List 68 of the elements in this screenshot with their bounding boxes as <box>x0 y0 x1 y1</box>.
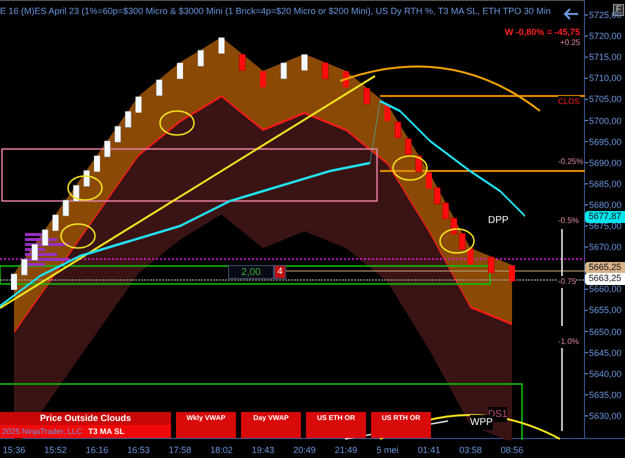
tick-mark <box>585 120 588 121</box>
price-tick-label: 5650,00 <box>589 326 622 336</box>
time-tick-label: 20:49 <box>293 444 316 457</box>
time-tick-label: 03:58 <box>459 444 482 457</box>
tick-mark <box>585 352 588 354</box>
tick-mark <box>585 310 588 311</box>
price-tick-label: 5645,00 <box>589 348 622 358</box>
price-tick-label: 5710,00 <box>589 73 622 84</box>
tick-mark <box>585 98 588 100</box>
time-tick-label: 08:56 <box>500 444 524 457</box>
highlight-ellipse <box>392 155 428 181</box>
price-tick-label: 5695,00 <box>589 136 622 147</box>
tick-mark <box>585 394 588 396</box>
copyright-text: 2025 NinjaTrader, LLC <box>2 426 82 438</box>
price-tick-label: 5670,00 <box>589 242 622 252</box>
tick-mark <box>585 78 588 79</box>
back-arrow-icon[interactable] <box>563 7 579 21</box>
price-tick-label: 5680,00 <box>589 200 622 210</box>
tick-mark <box>585 183 588 184</box>
price-tag: 5677,87 <box>585 211 625 223</box>
chart-title: E 16 (M)ES April 23 (1%=60p=$300 Micro & $3000 Mini (1 Brick=4p=$20 Micro or $200 Mini), US Dy RTH %, T3 MA SL, ETH TPO 30 Min <box>0 5 551 18</box>
tick-mark <box>585 14 588 16</box>
indicator-panel[interactable]: Price Outside Clouds 2025 NinjaTrader, LLC T3 MA SL <box>0 412 171 438</box>
pivot-label: WPP <box>470 415 493 430</box>
tick-mark <box>585 373 588 374</box>
count-badge: 4 <box>274 265 286 279</box>
quantity-field[interactable]: 2,00 <box>228 265 274 279</box>
highlight-ellipse <box>60 223 96 249</box>
price-tick-label: 5705,00 <box>589 94 622 104</box>
time-tick-label: 15:52 <box>44 444 67 457</box>
panel-sublabel: T3 MA SL <box>88 426 124 438</box>
time-tick-label: 21:49 <box>334 444 358 457</box>
price-tick-label: 5685,00 <box>589 178 622 189</box>
time-tick-label: 16:53 <box>127 444 150 457</box>
price-tick-label: 5720,00 <box>589 31 622 42</box>
price-tag: 5665,25 <box>585 262 625 274</box>
tick-mark <box>585 288 588 290</box>
time-tick-label: 18:02 <box>210 444 233 457</box>
weekly-change-label: W -0,80% = -45,75 <box>504 26 580 39</box>
tick-mark <box>585 36 588 37</box>
time-tick-label: 5 mei <box>376 444 398 457</box>
time-tick-label: 01:41 <box>418 444 440 457</box>
time-tick-label: 17:58 <box>168 444 192 457</box>
time-tick-label: 19:43 <box>252 444 274 457</box>
tick-mark <box>585 141 588 142</box>
time-tick-label: 15:36 <box>2 444 26 457</box>
price-tag: 5663,25 <box>585 273 625 285</box>
time-tick-label: 16:16 <box>86 444 108 457</box>
tick-mark <box>585 331 588 332</box>
tick-mark <box>585 246 588 248</box>
price-tick-label: 5635,00 <box>589 390 622 400</box>
price-tick-label: 5655,00 <box>589 305 622 316</box>
price-tick-label: 5630,00 <box>589 410 622 421</box>
tick-mark <box>585 56 588 58</box>
highlight-ellipse <box>439 228 475 254</box>
price-tick-label: 5715,00 <box>589 52 622 62</box>
panel-label: Price Outside Clouds <box>38 412 132 425</box>
price-tick-label: 5700,00 <box>589 116 622 126</box>
price-tick-label: 5640,00 <box>589 368 622 379</box>
price-tick-label: 5690,00 <box>589 158 622 168</box>
price-tick-label: 5660,00 <box>589 284 622 294</box>
tick-mark <box>585 162 588 164</box>
highlight-ellipse <box>159 110 195 136</box>
highlight-ellipse <box>67 175 103 201</box>
level-label: -0.75 <box>558 276 576 288</box>
tick-mark <box>585 204 588 206</box>
price-tick-label: 5675,00 <box>589 221 622 231</box>
tick-mark <box>585 415 588 416</box>
